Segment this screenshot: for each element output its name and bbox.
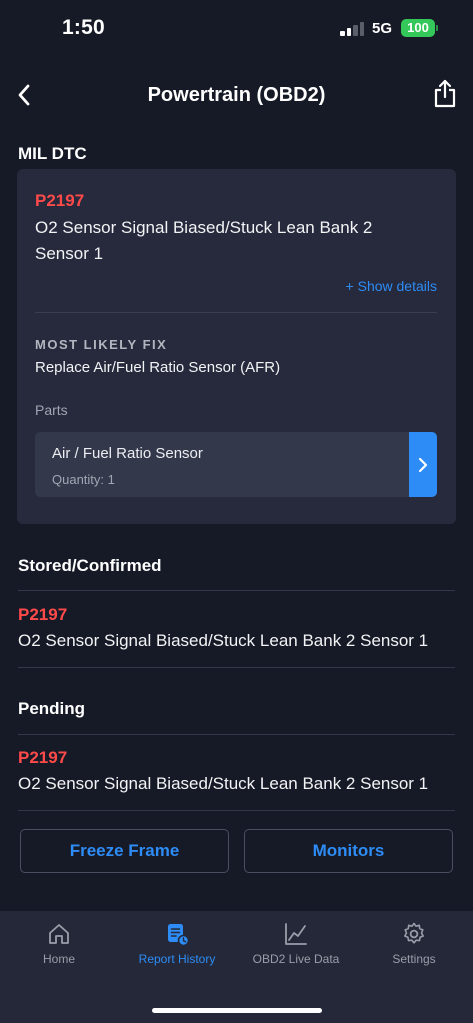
divider xyxy=(18,667,455,668)
part-item[interactable]: Air / Fuel Ratio Sensor Quantity: 1 xyxy=(35,432,437,497)
monitors-button[interactable]: Monitors xyxy=(244,829,453,873)
divider xyxy=(18,734,455,735)
most-likely-fix-heading: MOST LIKELY FIX xyxy=(35,337,168,352)
tab-label: OBD2 Live Data xyxy=(252,952,340,966)
share-icon xyxy=(434,79,456,108)
stored-confirmed-heading: Stored/Confirmed xyxy=(18,556,162,575)
pending-heading: Pending xyxy=(18,699,86,718)
divider xyxy=(18,590,455,591)
part-open-button[interactable] xyxy=(409,432,437,497)
pending-dtc-description: O2 Sensor Signal Biased/Stuck Lean Bank … xyxy=(18,774,429,793)
gear-icon xyxy=(404,922,424,944)
cellular-signal-icon xyxy=(340,22,366,36)
freeze-frame-button[interactable]: Freeze Frame xyxy=(20,829,229,873)
tab-obd2-live-data[interactable]: OBD2 Live Data xyxy=(237,921,355,977)
battery-cap xyxy=(436,25,438,31)
battery-icon: 100 xyxy=(401,19,435,37)
line-chart-icon xyxy=(285,923,307,945)
tab-label: Home xyxy=(42,952,75,966)
show-details-link[interactable]: + Show details xyxy=(346,278,437,294)
status-time: 1:50 xyxy=(62,16,105,39)
tab-bar: Home Report History OBD2 Live Data Setti… xyxy=(0,911,473,1023)
dtc-description: O2 Sensor Signal Biased/Stuck Lean Bank … xyxy=(35,218,373,263)
mil-dtc-heading: MIL DTC xyxy=(18,144,87,163)
dtc-code: P2197 xyxy=(35,191,85,210)
chevron-right-icon xyxy=(418,457,428,472)
part-name: Air / Fuel Ratio Sensor xyxy=(52,445,203,462)
tab-label: Report History xyxy=(138,952,216,966)
home-icon xyxy=(49,924,69,944)
stored-dtc-description: O2 Sensor Signal Biased/Stuck Lean Bank … xyxy=(18,631,429,650)
card-divider xyxy=(35,312,437,313)
navigation-bar: Powertrain (OBD2) xyxy=(0,74,473,118)
part-quantity: Quantity: 1 xyxy=(52,472,115,487)
status-bar: 1:50 5G 100 xyxy=(0,0,473,56)
network-type: 5G xyxy=(372,20,393,37)
pending-dtc-code: P2197 xyxy=(18,748,68,767)
divider xyxy=(18,810,455,811)
home-indicator xyxy=(152,1008,322,1013)
tab-settings[interactable]: Settings xyxy=(355,921,473,977)
share-button[interactable] xyxy=(432,78,458,110)
stored-dtc-code: P2197 xyxy=(18,605,68,624)
tab-home[interactable]: Home xyxy=(0,921,118,977)
tab-label: Settings xyxy=(392,952,436,966)
mil-dtc-card: P2197 O2 Sensor Signal Biased/Stuck Lean… xyxy=(17,169,456,524)
parts-label: Parts xyxy=(35,402,68,418)
most-likely-fix-text: Replace Air/Fuel Ratio Sensor (AFR) xyxy=(35,359,281,376)
report-history-icon xyxy=(168,924,190,947)
page-title: Powertrain (OBD2) xyxy=(147,84,326,106)
tab-report-history[interactable]: Report History xyxy=(118,921,236,977)
